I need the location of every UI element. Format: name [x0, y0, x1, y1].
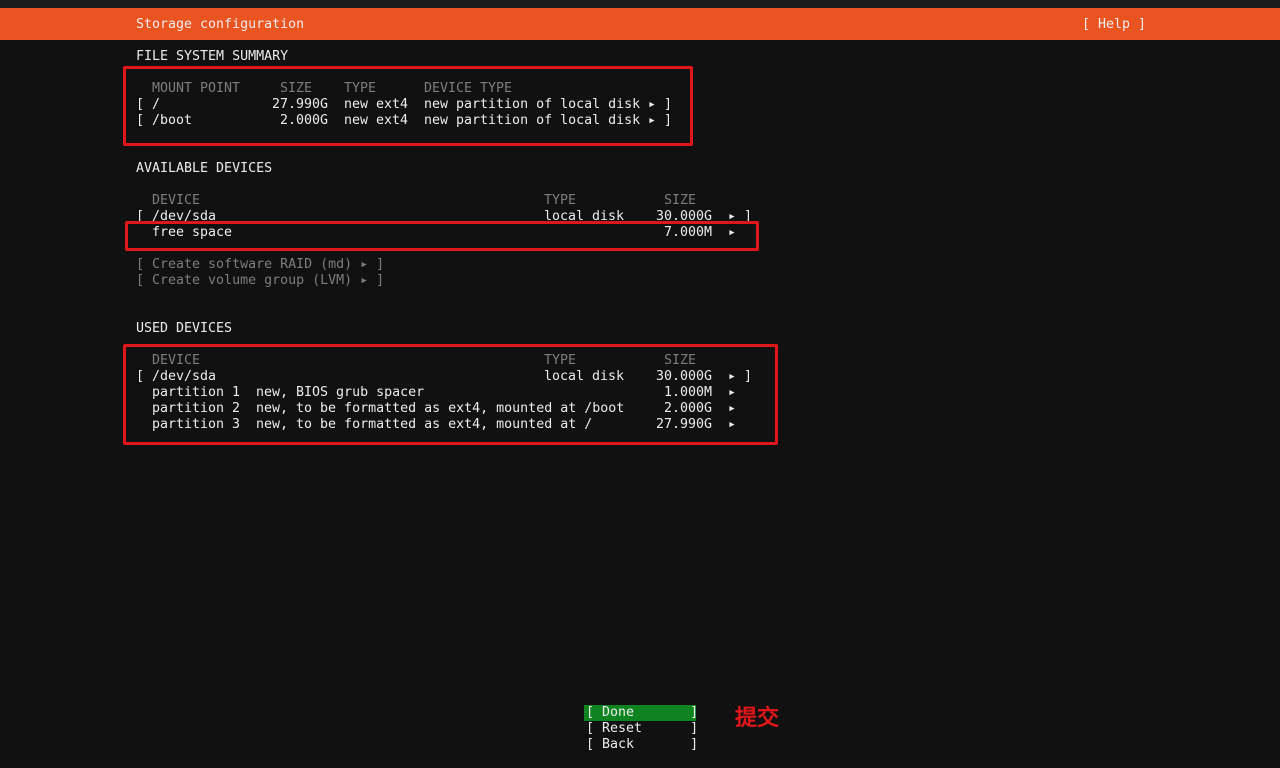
reset-button[interactable]: [ Reset ]: [586, 721, 698, 737]
highlight-box-free-space: [125, 221, 759, 251]
back-button[interactable]: [ Back ]: [586, 737, 698, 753]
fs-summary-heading: FILE SYSTEM SUMMARY: [136, 49, 289, 64]
used-devices-heading: USED DEVICES: [136, 321, 233, 336]
submit-annotation-label: 提交: [735, 706, 780, 731]
done-button[interactable]: [ Done ]: [586, 705, 698, 721]
page-title: Storage configuration: [136, 17, 305, 32]
highlight-box-fs-summary: [123, 66, 693, 146]
window-top-strip: [0, 0, 1280, 8]
create-lvm-button[interactable]: [ Create volume group (LVM) ▸ ]: [136, 273, 384, 289]
help-button[interactable]: [ Help ]: [1082, 17, 1146, 33]
available-devices-heading: AVAILABLE DEVICES: [136, 161, 273, 176]
avail-col-device: DEVICE: [152, 193, 201, 208]
highlight-box-used-devices: [123, 344, 778, 445]
avail-col-size: SIZE: [664, 193, 697, 208]
create-raid-button[interactable]: [ Create software RAID (md) ▸ ]: [136, 257, 384, 273]
avail-col-type: TYPE: [544, 193, 577, 208]
